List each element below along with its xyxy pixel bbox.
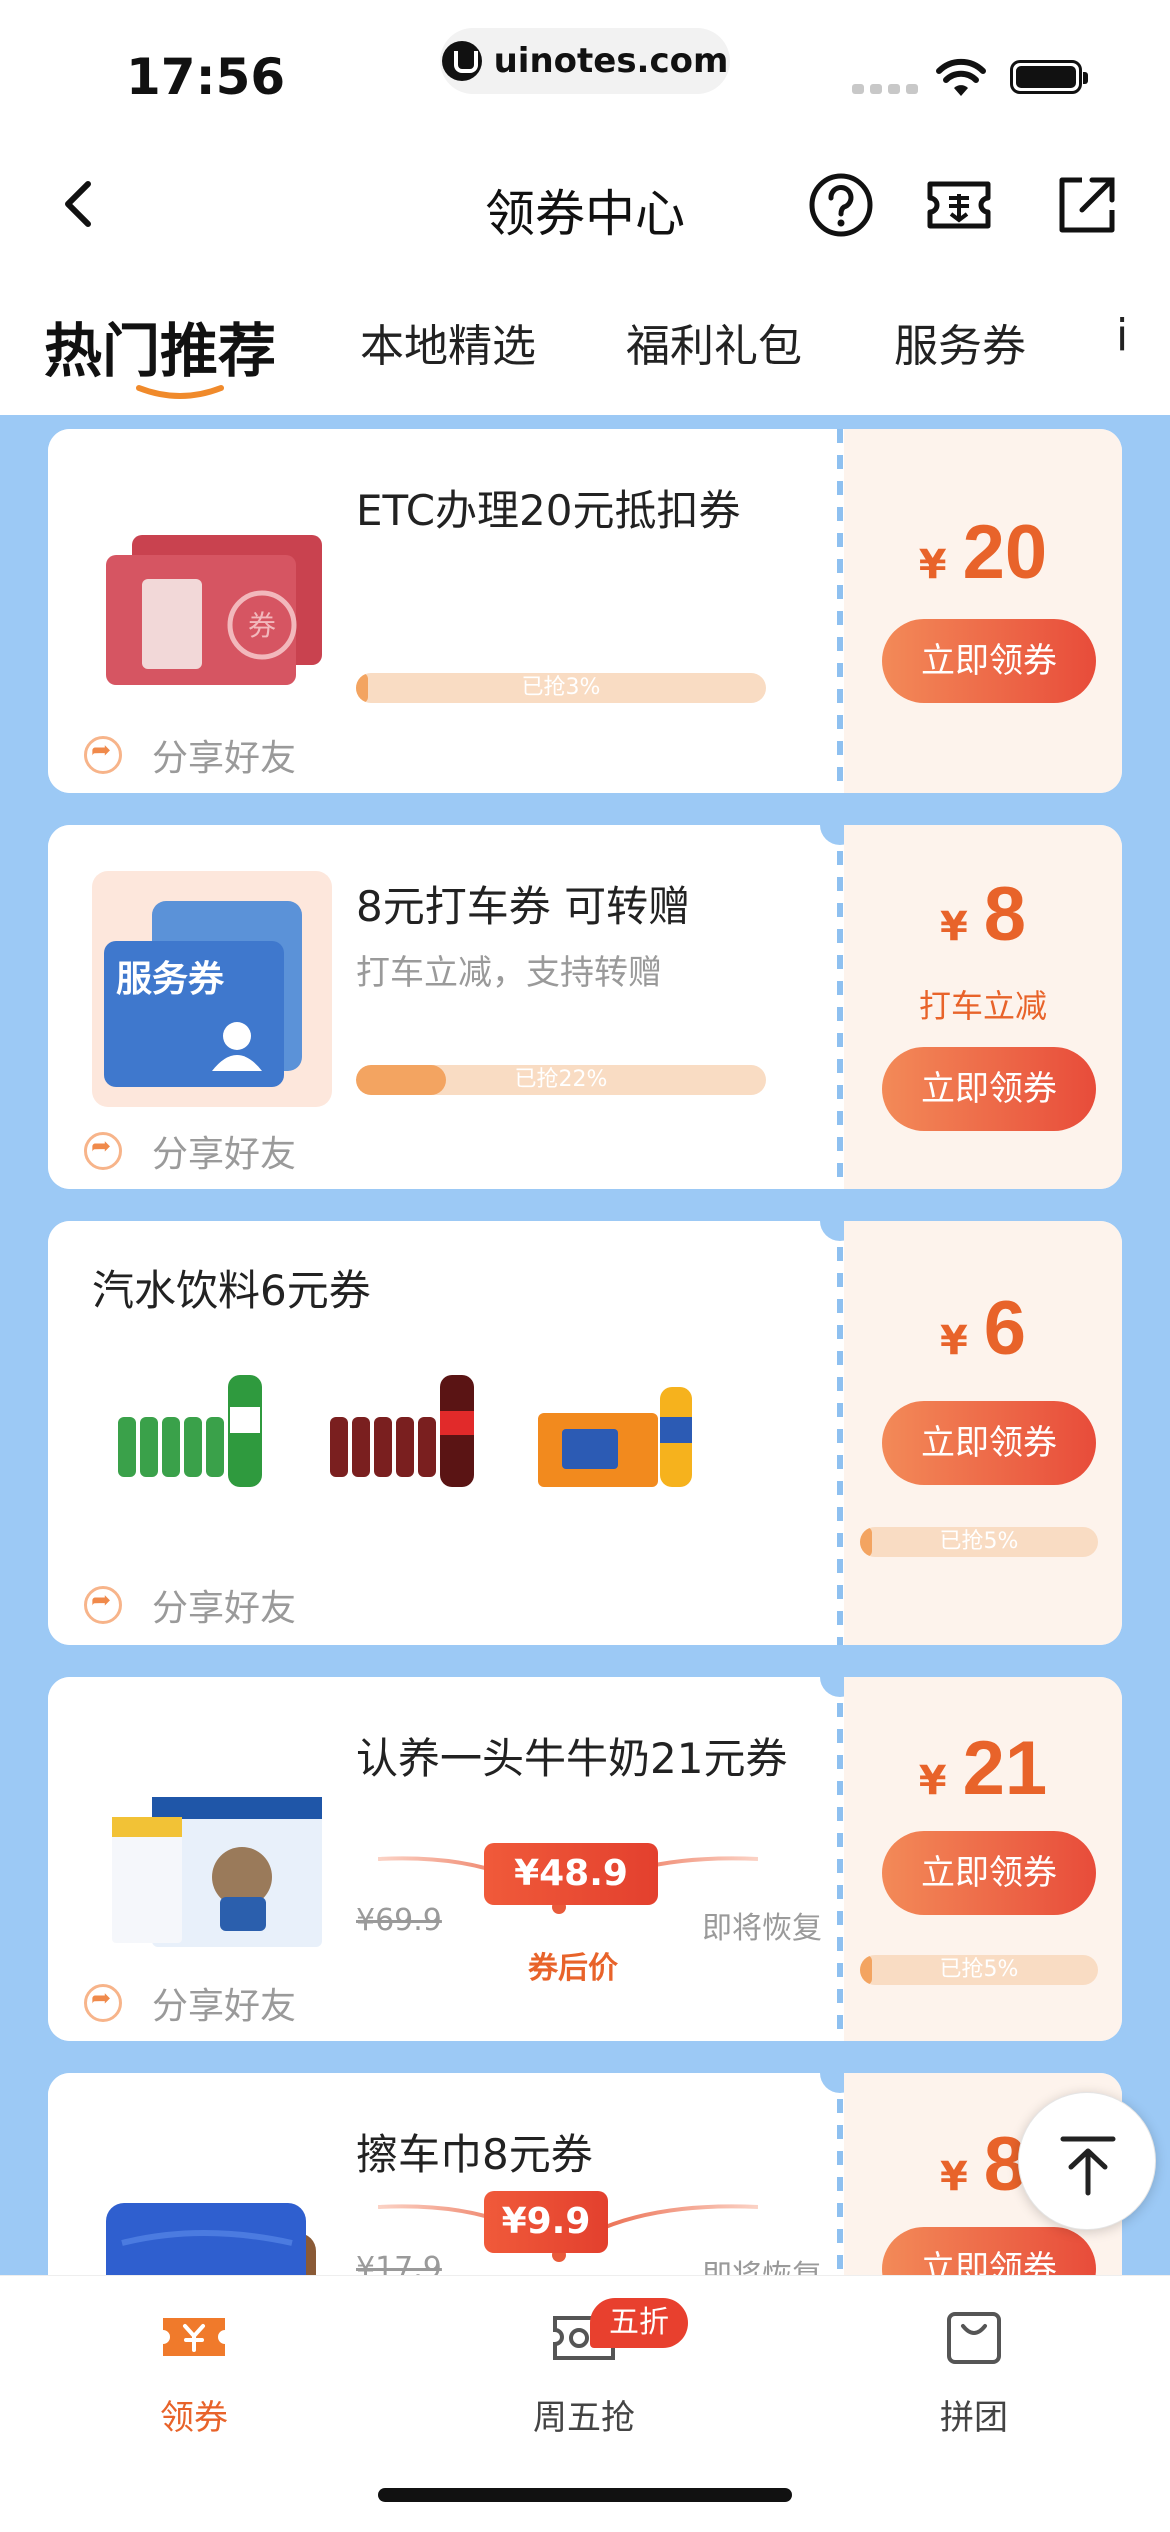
after-coupon-price: ¥9.9 (484, 2191, 608, 2253)
coupon-title: 8元打车券 可转赠 (356, 882, 691, 931)
tab-welfare[interactable]: 福利礼包 (626, 310, 802, 374)
share-icon (84, 1984, 122, 2022)
share-icon (84, 736, 122, 774)
coupon-subtitle: 打车立减，支持转赠 (356, 953, 662, 993)
coupon-card[interactable]: 擦车巾8元券 ¥9.9 ¥17.9 即将恢复 ¥8 立即领券 (48, 2073, 1122, 2275)
tab-hot[interactable]: 热门推荐 (44, 304, 276, 388)
wifi-icon (936, 58, 986, 96)
after-coupon-label: 券后价 (528, 1951, 618, 1986)
battery-icon (1010, 60, 1088, 94)
share-link[interactable]: 分享好友 (84, 1579, 296, 1631)
ticket-icon[interactable] (924, 170, 994, 240)
coupon-value: ¥20 (918, 510, 1048, 595)
tab-indicator (136, 385, 224, 399)
service-coupon-text: 服务券 (116, 959, 225, 1000)
share-link[interactable]: 分享好友 (84, 729, 296, 781)
share-icon (84, 1132, 122, 1170)
claim-button[interactable]: 立即领券 (882, 1831, 1096, 1915)
claim-progress: 已抢22% (356, 1065, 766, 1095)
bag-icon (947, 2312, 1001, 2364)
original-price: ¥17.9 (356, 2251, 442, 2275)
etc-coupon-image: 券 (106, 535, 322, 685)
share-icon (84, 1586, 122, 1624)
service-coupon-image: 服务券 (92, 871, 332, 1107)
svg-text:券: 券 (248, 609, 276, 642)
coupon-value: ¥8 (939, 872, 1027, 957)
coupon-card[interactable]: 券 ETC办理20元抵扣券 已抢3% 分享好友 ¥20 立即领券 (48, 429, 1122, 793)
share-link[interactable]: 分享好友 (84, 1977, 296, 2029)
coupon-title: 认养一头牛牛奶21元券 (356, 1734, 788, 1783)
status-bar: 17:56 uinotes.com (0, 0, 1170, 140)
restore-text: 即将恢复 (702, 1911, 822, 1946)
coupon-note: 打车立减 (918, 987, 1047, 1025)
nav-bar: 领券中心 (0, 140, 1170, 270)
claim-button[interactable]: 立即领券 (882, 619, 1096, 703)
cola-product-image (330, 1375, 474, 1487)
share-out-icon[interactable] (1052, 170, 1122, 240)
tab-local[interactable]: 本地精选 (360, 310, 536, 374)
original-price: ¥69.9 (356, 1903, 442, 1938)
coupon-card[interactable]: 认养一头牛牛奶21元券 ¥48.9 ¥69.9 即将恢复 券后价 分享好友 ¥2… (48, 1677, 1122, 2041)
arrow-up-icon (1060, 2136, 1116, 2196)
bottom-tab-coupons[interactable]: 领券 (94, 2302, 294, 2439)
help-icon[interactable] (806, 170, 876, 240)
coupon-card[interactable]: 汽水饮料6元券 分享好友 (48, 1221, 1122, 1645)
back-to-top-button[interactable] (1018, 2092, 1156, 2230)
home-indicator (378, 2488, 792, 2502)
bottom-tab-group[interactable]: 拼团 (874, 2302, 1074, 2439)
milk-product-image (112, 1797, 322, 1947)
coupon-title: ETC办理20元抵扣券 (356, 486, 741, 535)
url-text: uinotes.com (493, 41, 729, 81)
coupon-list: 券 ETC办理20元抵扣券 已抢3% 分享好友 ¥20 立即领券 (0, 415, 1170, 2275)
coupon-card[interactable]: 服务券 8元打车券 可转赠 打车立减，支持转赠 已抢22% 分享好友 ¥8 打车… (48, 825, 1122, 1189)
coupon-icon (163, 2318, 225, 2356)
discount-badge: 五折 (590, 2298, 688, 2348)
tab-service[interactable]: 服务券 (894, 310, 1026, 374)
tab-more[interactable]: i (1116, 310, 1128, 361)
after-coupon-price: ¥48.9 (484, 1843, 658, 1905)
claim-progress: 已抢3% (356, 673, 766, 703)
sprite-product-image (118, 1375, 262, 1487)
fanta-product-image (538, 1387, 692, 1487)
lock-icon (441, 41, 482, 81)
coupon-title: 汽水饮料6元券 (92, 1266, 371, 1315)
claim-progress: 已抢5% (860, 1527, 1098, 1557)
towel-product-image (106, 2203, 316, 2275)
claim-button[interactable]: 立即领券 (882, 1401, 1096, 1485)
coupon-value: ¥6 (939, 1286, 1027, 1371)
restore-text: 即将恢复 (702, 2251, 822, 2275)
coupon-value: ¥21 (918, 1726, 1048, 1811)
page-title: 领券中心 (485, 185, 685, 243)
claim-progress: 已抢5% (860, 1955, 1098, 1985)
status-time: 17:56 (126, 48, 286, 106)
signal-icon (852, 84, 918, 94)
url-pill[interactable]: uinotes.com (440, 28, 730, 94)
coupon-title: 擦车巾8元券 (356, 2130, 593, 2179)
category-tabs: 热门推荐 本地精选 福利礼包 服务券 i (0, 270, 1170, 415)
claim-button[interactable]: 立即领券 (882, 1047, 1096, 1131)
share-link[interactable]: 分享好友 (84, 1125, 296, 1177)
claim-button[interactable]: 立即领券 (882, 2227, 1096, 2275)
